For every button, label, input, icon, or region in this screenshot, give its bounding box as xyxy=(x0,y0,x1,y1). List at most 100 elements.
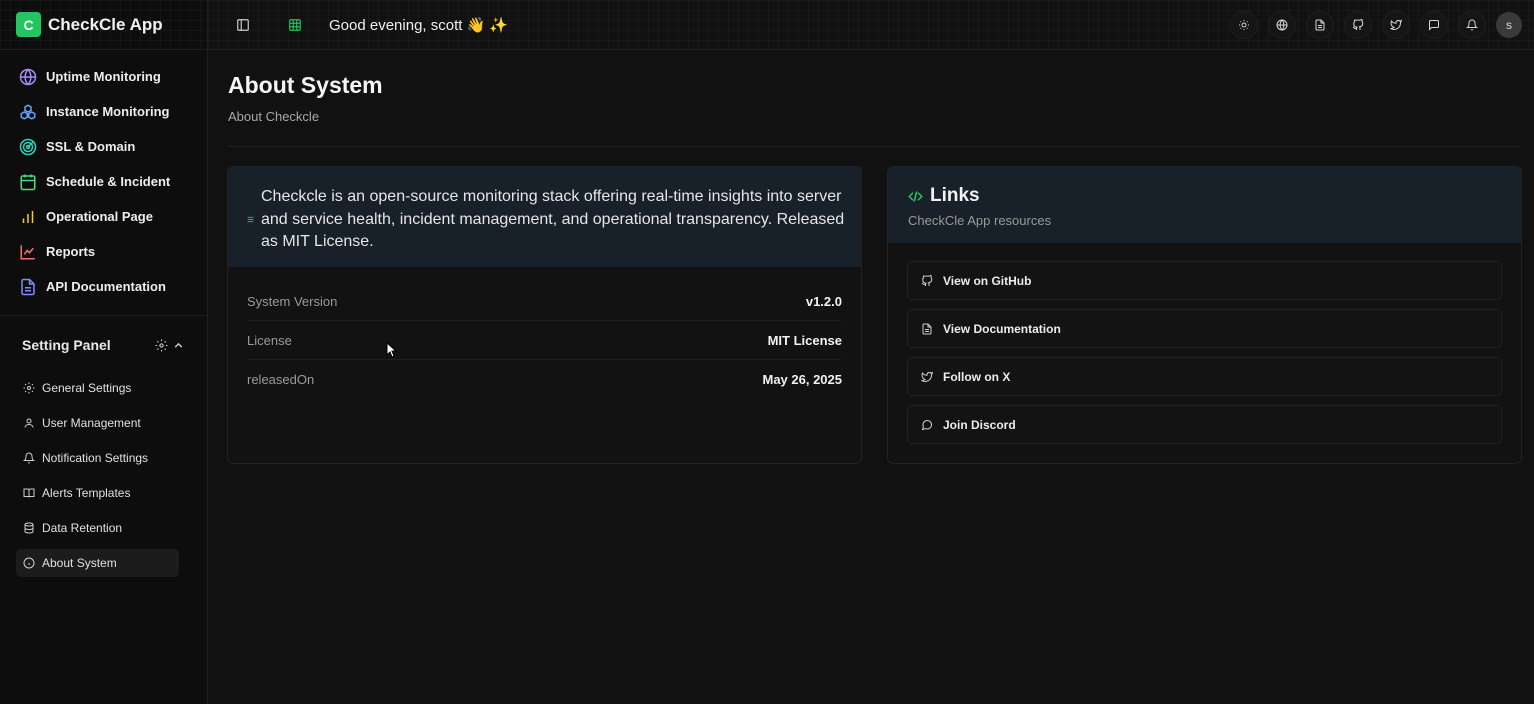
settings-item-label: User Management xyxy=(42,416,141,430)
settings-item-about-system[interactable]: About System xyxy=(16,549,179,577)
info-row-released-on: releasedOn May 26, 2025 xyxy=(247,360,842,399)
info-value: MIT License xyxy=(767,332,842,348)
links-card-header: Links CheckCle App resources xyxy=(888,167,1521,243)
settings-item-data-retention[interactable]: Data Retention xyxy=(16,514,179,542)
info-label: System Version xyxy=(247,293,338,309)
link-label: View on GitHub xyxy=(943,273,1032,288)
gear-icon xyxy=(23,382,35,394)
page-subtitle: About Checkcle xyxy=(228,109,320,124)
info-label: releasedOn xyxy=(247,372,315,387)
user-avatar[interactable]: s xyxy=(1496,12,1522,38)
main-nav: Uptime Monitoring Instance Monitoring SS… xyxy=(0,50,207,304)
info-row-version: System Version v1.2.0 xyxy=(247,282,842,321)
info-label: License xyxy=(247,332,292,348)
settings-item-general[interactable]: General Settings xyxy=(16,374,179,402)
setting-panel-icons xyxy=(155,339,185,352)
chevron-up-icon[interactable] xyxy=(172,339,185,352)
nav-item-label: Schedule & Incident xyxy=(46,174,171,189)
nav-item-label: API Documentation xyxy=(46,279,166,294)
about-description: Checkcle is an open-source monitoring st… xyxy=(261,188,845,250)
nav-item-ssl-domain[interactable]: SSL & Domain xyxy=(0,129,207,164)
links-subtitle: CheckCle App resources xyxy=(908,213,1052,228)
brand-logo: C xyxy=(16,12,41,37)
links-title-row: Links xyxy=(908,185,1501,207)
nav-item-label: Operational Page xyxy=(46,209,153,224)
nav-item-label: Instance Monitoring xyxy=(46,104,170,119)
book-icon xyxy=(23,488,35,498)
gear-icon xyxy=(155,339,168,351)
sidebar: C CheckCle App Uptime Monitoring Instanc… xyxy=(0,0,208,704)
greeting-text: Good evening, scott 👋 ✨ xyxy=(329,16,509,34)
settings-item-alerts-templates[interactable]: Alerts Templates xyxy=(16,479,179,507)
brand[interactable]: C CheckCle App xyxy=(0,0,207,50)
topbar-actions: s xyxy=(1230,11,1522,39)
settings-item-notification[interactable]: Notification Settings xyxy=(16,444,179,472)
chat-button[interactable] xyxy=(1420,11,1448,39)
document-icon xyxy=(1315,19,1325,31)
twitter-icon xyxy=(921,371,933,382)
brand-name: CheckCle App xyxy=(48,14,163,34)
nav-item-instance-monitoring[interactable]: Instance Monitoring xyxy=(0,94,207,129)
mouse-cursor-icon xyxy=(386,342,398,358)
github-icon xyxy=(921,274,933,286)
view-documentation-button[interactable]: View Documentation xyxy=(907,309,1502,348)
grid-icon[interactable] xyxy=(288,18,302,32)
follow-x-button[interactable]: Follow on X xyxy=(907,357,1502,396)
sun-icon xyxy=(1239,20,1249,30)
about-card: Checkcle is an open-source monitoring st… xyxy=(227,166,862,464)
twitter-button[interactable] xyxy=(1382,11,1410,39)
nav-item-label: SSL & Domain xyxy=(46,139,136,154)
settings-item-label: Alerts Templates xyxy=(42,486,131,500)
settings-item-label: About System xyxy=(42,556,117,570)
github-icon xyxy=(1352,19,1364,30)
nav-item-operational-page[interactable]: Operational Page xyxy=(0,199,207,234)
twitter-icon xyxy=(1390,19,1402,30)
settings-item-label: General Settings xyxy=(42,381,132,395)
notifications-button[interactable] xyxy=(1458,11,1486,39)
about-card-header: Checkcle is an open-source monitoring st… xyxy=(228,167,861,267)
view-github-button[interactable]: View on GitHub xyxy=(907,261,1502,300)
document-icon xyxy=(922,323,932,334)
nav-item-api-documentation[interactable]: API Documentation xyxy=(0,269,207,304)
page-title: About System xyxy=(228,72,383,98)
boxes-icon xyxy=(20,103,36,120)
docs-button[interactable] xyxy=(1306,11,1334,39)
settings-item-label: Data Retention xyxy=(42,521,123,535)
user-icon xyxy=(24,418,34,428)
info-icon xyxy=(23,557,35,569)
join-discord-button[interactable]: Join Discord xyxy=(907,405,1502,444)
links-card: Links CheckCle App resources View on Git… xyxy=(887,166,1522,464)
info-row-license: License MIT License xyxy=(247,321,842,360)
settings-item-label: Notification Settings xyxy=(42,451,149,465)
nav-item-label: Uptime Monitoring xyxy=(46,69,161,84)
chat-icon xyxy=(1429,20,1439,31)
links-list: View on GitHub View Documentation Follow… xyxy=(888,243,1521,444)
theme-toggle-button[interactable] xyxy=(1230,11,1258,39)
setting-panel-header[interactable]: Setting Panel xyxy=(0,316,207,374)
bell-icon xyxy=(1466,19,1478,31)
main-content: About System About Checkcle Checkcle is … xyxy=(208,50,1534,704)
header-divider xyxy=(228,146,1520,147)
calendar-icon xyxy=(20,174,36,190)
nav-item-schedule-incident[interactable]: Schedule & Incident xyxy=(0,164,207,199)
github-button[interactable] xyxy=(1344,11,1372,39)
globe-icon xyxy=(1276,19,1288,31)
link-label: Follow on X xyxy=(943,369,1011,384)
system-info-list: System Version v1.2.0 License MIT Licens… xyxy=(228,267,861,399)
nav-item-uptime-monitoring[interactable]: Uptime Monitoring xyxy=(0,59,207,94)
database-icon xyxy=(24,522,34,534)
settings-item-user-management[interactable]: User Management xyxy=(16,409,179,437)
radar-icon xyxy=(19,138,37,155)
bell-icon xyxy=(23,452,35,464)
link-label: View Documentation xyxy=(943,321,1061,336)
info-value: v1.2.0 xyxy=(805,293,842,309)
code-icon xyxy=(908,190,923,202)
language-button[interactable] xyxy=(1268,11,1296,39)
link-label: Join Discord xyxy=(943,417,1016,432)
globe-icon xyxy=(19,68,37,85)
nav-item-reports[interactable]: Reports xyxy=(0,234,207,269)
line-chart-icon xyxy=(20,244,35,259)
info-value: May 26, 2025 xyxy=(762,372,842,387)
bar-chart-icon xyxy=(22,210,34,223)
sidebar-toggle-icon[interactable] xyxy=(236,18,250,32)
